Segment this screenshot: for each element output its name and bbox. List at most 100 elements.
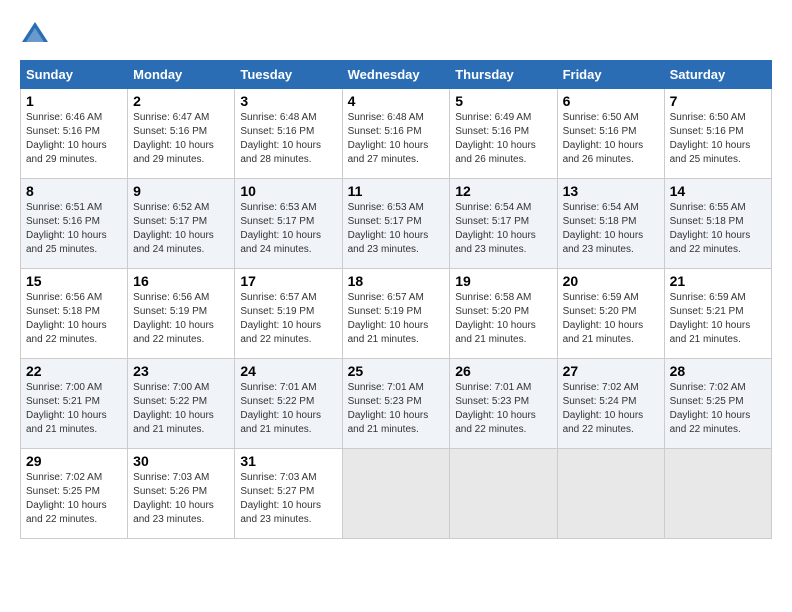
day-number: 31 (240, 453, 336, 469)
day-number: 9 (133, 183, 229, 199)
day-info: Sunrise: 7:02 AMSunset: 5:24 PMDaylight:… (563, 381, 659, 437)
day-number: 27 (563, 363, 659, 379)
day-number: 8 (26, 183, 122, 199)
header-wednesday: Wednesday (342, 61, 450, 89)
day-cell: 19 Sunrise: 6:58 AMSunset: 5:20 PMDayligh… (450, 269, 557, 359)
header-thursday: Thursday (450, 61, 557, 89)
day-cell: 8 Sunrise: 6:51 AMSunset: 5:16 PMDaylight… (21, 179, 128, 269)
day-number: 25 (348, 363, 445, 379)
logo-icon (20, 20, 50, 50)
day-cell: 13 Sunrise: 6:54 AMSunset: 5:18 PMDayligh… (557, 179, 664, 269)
day-number: 20 (563, 273, 659, 289)
day-number: 22 (26, 363, 122, 379)
week-row-3: 15 Sunrise: 6:56 AMSunset: 5:18 PMDayligh… (21, 269, 772, 359)
day-info: Sunrise: 6:52 AMSunset: 5:17 PMDaylight:… (133, 201, 229, 257)
day-info: Sunrise: 6:51 AMSunset: 5:16 PMDaylight:… (26, 201, 122, 257)
day-info: Sunrise: 6:54 AMSunset: 5:17 PMDaylight:… (455, 201, 551, 257)
day-cell: 1 Sunrise: 6:46 AMSunset: 5:16 PMDaylight… (21, 89, 128, 179)
day-info: Sunrise: 6:50 AMSunset: 5:16 PMDaylight:… (670, 111, 766, 167)
day-cell (664, 449, 771, 539)
day-number: 29 (26, 453, 122, 469)
header-sunday: Sunday (21, 61, 128, 89)
day-cell: 23 Sunrise: 7:00 AMSunset: 5:22 PMDayligh… (128, 359, 235, 449)
day-cell: 12Sunrise: 6:54 AMSunset: 5:17 PMDayligh… (450, 179, 557, 269)
day-cell: 5 Sunrise: 6:49 AMSunset: 5:16 PMDaylight… (450, 89, 557, 179)
day-cell (450, 449, 557, 539)
header-saturday: Saturday (664, 61, 771, 89)
day-number: 15 (26, 273, 122, 289)
day-cell: 27 Sunrise: 7:02 AMSunset: 5:24 PMDayligh… (557, 359, 664, 449)
day-number: 11 (348, 183, 445, 199)
day-info: Sunrise: 6:48 AMSunset: 5:16 PMDaylight:… (240, 111, 336, 167)
day-info: Sunrise: 6:48 AMSunset: 5:16 PMDaylight:… (348, 111, 445, 167)
day-number: 26 (455, 363, 551, 379)
day-info: Sunrise: 7:01 AMSunset: 5:23 PMDaylight:… (348, 381, 445, 437)
day-cell: 7 Sunrise: 6:50 AMSunset: 5:16 PMDaylight… (664, 89, 771, 179)
day-info: Sunrise: 7:00 AMSunset: 5:21 PMDaylight:… (26, 381, 122, 437)
day-number: 24 (240, 363, 336, 379)
day-cell: 24 Sunrise: 7:01 AMSunset: 5:22 PMDayligh… (235, 359, 342, 449)
day-number: 3 (240, 93, 336, 109)
day-number: 5 (455, 93, 551, 109)
logo (20, 20, 54, 50)
day-number: 18 (348, 273, 445, 289)
day-number: 28 (670, 363, 766, 379)
calendar-table: SundayMondayTuesdayWednesdayThursdayFrid… (20, 60, 772, 539)
day-number: 6 (563, 93, 659, 109)
day-number: 16 (133, 273, 229, 289)
day-info: Sunrise: 6:53 AMSunset: 5:17 PMDaylight:… (240, 201, 336, 257)
day-cell: 26 Sunrise: 7:01 AMSunset: 5:23 PMDayligh… (450, 359, 557, 449)
day-cell: 3 Sunrise: 6:48 AMSunset: 5:16 PMDaylight… (235, 89, 342, 179)
day-number: 1 (26, 93, 122, 109)
day-number: 23 (133, 363, 229, 379)
day-cell: 2 Sunrise: 6:47 AMSunset: 5:16 PMDaylight… (128, 89, 235, 179)
day-cell: 29 Sunrise: 7:02 AMSunset: 5:25 PMDayligh… (21, 449, 128, 539)
day-cell (557, 449, 664, 539)
header-monday: Monday (128, 61, 235, 89)
header-friday: Friday (557, 61, 664, 89)
day-info: Sunrise: 6:57 AMSunset: 5:19 PMDaylight:… (240, 291, 336, 347)
day-info: Sunrise: 6:58 AMSunset: 5:20 PMDaylight:… (455, 291, 551, 347)
day-info: Sunrise: 6:47 AMSunset: 5:16 PMDaylight:… (133, 111, 229, 167)
header (20, 20, 772, 50)
day-cell: 31 Sunrise: 7:03 AMSunset: 5:27 PMDayligh… (235, 449, 342, 539)
day-cell: 9 Sunrise: 6:52 AMSunset: 5:17 PMDaylight… (128, 179, 235, 269)
day-cell: 21Sunrise: 6:59 AMSunset: 5:21 PMDayligh… (664, 269, 771, 359)
day-number: 2 (133, 93, 229, 109)
day-number: 19 (455, 273, 551, 289)
day-number: 7 (670, 93, 766, 109)
day-cell: 25 Sunrise: 7:01 AMSunset: 5:23 PMDayligh… (342, 359, 450, 449)
day-info: Sunrise: 6:54 AMSunset: 5:18 PMDaylight:… (563, 201, 659, 257)
day-info: Sunrise: 6:56 AMSunset: 5:18 PMDaylight:… (26, 291, 122, 347)
day-info: Sunrise: 7:03 AMSunset: 5:26 PMDaylight:… (133, 471, 229, 527)
day-info: Sunrise: 7:01 AMSunset: 5:22 PMDaylight:… (240, 381, 336, 437)
day-info: Sunrise: 7:03 AMSunset: 5:27 PMDaylight:… (240, 471, 336, 527)
day-cell: 17Sunrise: 6:57 AMSunset: 5:19 PMDayligh… (235, 269, 342, 359)
day-cell: 15 Sunrise: 6:56 AMSunset: 5:18 PMDayligh… (21, 269, 128, 359)
day-cell: 22 Sunrise: 7:00 AMSunset: 5:21 PMDayligh… (21, 359, 128, 449)
day-cell: 14 Sunrise: 6:55 AMSunset: 5:18 PMDayligh… (664, 179, 771, 269)
day-cell: 11 Sunrise: 6:53 AMSunset: 5:17 PMDayligh… (342, 179, 450, 269)
day-info: Sunrise: 6:59 AMSunset: 5:21 PMDaylight:… (670, 291, 766, 347)
day-info: Sunrise: 7:00 AMSunset: 5:22 PMDaylight:… (133, 381, 229, 437)
week-row-1: 1 Sunrise: 6:46 AMSunset: 5:16 PMDaylight… (21, 89, 772, 179)
day-info: Sunrise: 6:46 AMSunset: 5:16 PMDaylight:… (26, 111, 122, 167)
day-info: Sunrise: 6:53 AMSunset: 5:17 PMDaylight:… (348, 201, 445, 257)
day-number: 14 (670, 183, 766, 199)
day-cell: 10 Sunrise: 6:53 AMSunset: 5:17 PMDayligh… (235, 179, 342, 269)
week-row-4: 22 Sunrise: 7:00 AMSunset: 5:21 PMDayligh… (21, 359, 772, 449)
day-info: Sunrise: 7:02 AMSunset: 5:25 PMDaylight:… (670, 381, 766, 437)
day-info: Sunrise: 6:57 AMSunset: 5:19 PMDaylight:… (348, 291, 445, 347)
day-number: 13 (563, 183, 659, 199)
day-info: Sunrise: 6:49 AMSunset: 5:16 PMDaylight:… (455, 111, 551, 167)
day-info: Sunrise: 6:59 AMSunset: 5:20 PMDaylight:… (563, 291, 659, 347)
header-tuesday: Tuesday (235, 61, 342, 89)
day-cell: 28 Sunrise: 7:02 AMSunset: 5:25 PMDayligh… (664, 359, 771, 449)
day-info: Sunrise: 6:55 AMSunset: 5:18 PMDaylight:… (670, 201, 766, 257)
day-cell: 18 Sunrise: 6:57 AMSunset: 5:19 PMDayligh… (342, 269, 450, 359)
day-number: 10 (240, 183, 336, 199)
day-info: Sunrise: 7:01 AMSunset: 5:23 PMDaylight:… (455, 381, 551, 437)
day-info: Sunrise: 7:02 AMSunset: 5:25 PMDaylight:… (26, 471, 122, 527)
day-cell: 20 Sunrise: 6:59 AMSunset: 5:20 PMDayligh… (557, 269, 664, 359)
day-number: 4 (348, 93, 445, 109)
